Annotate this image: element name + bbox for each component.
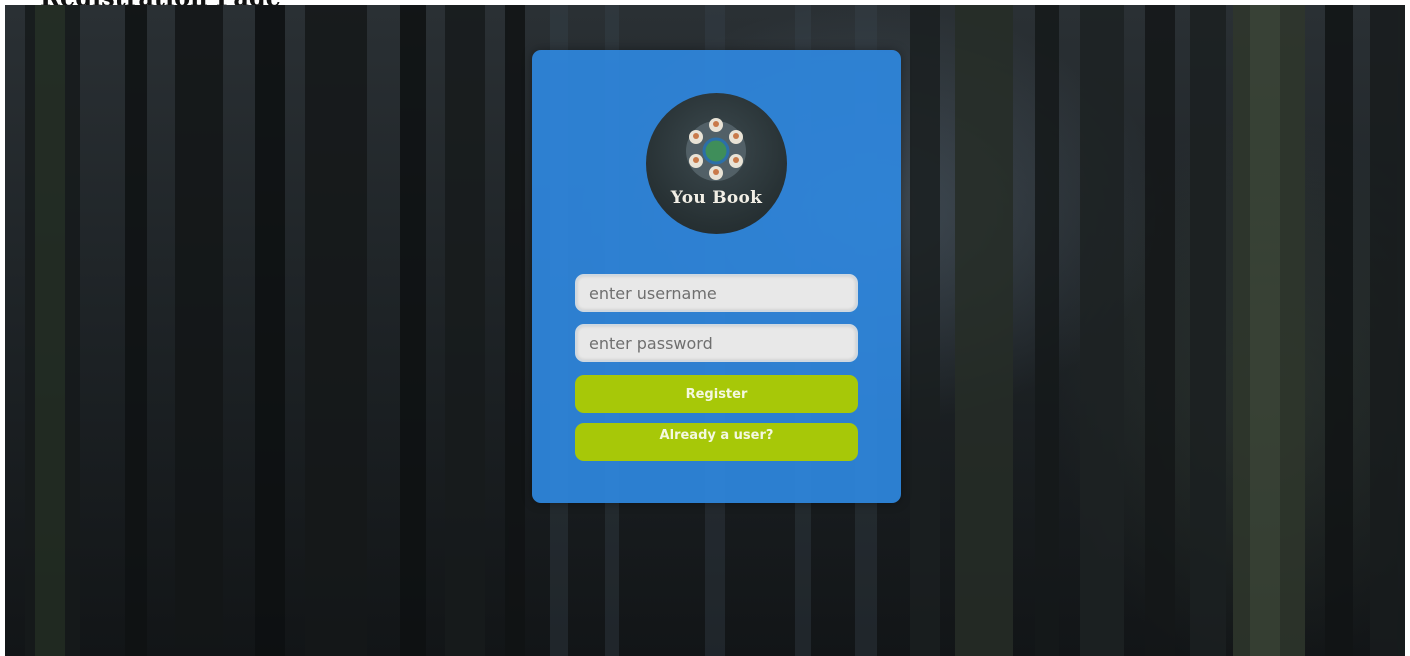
register-button[interactable]: Register <box>575 375 858 413</box>
logo-text: You Book <box>670 188 763 208</box>
page: Registration Page <box>0 0 1410 656</box>
username-input[interactable] <box>575 274 858 312</box>
register-card: You Book Register Already a user? <box>532 50 901 503</box>
password-input[interactable] <box>575 324 858 362</box>
globe-people-icon <box>686 118 746 181</box>
app-logo: You Book <box>646 93 787 234</box>
already-user-button[interactable]: Already a user? <box>575 423 858 461</box>
